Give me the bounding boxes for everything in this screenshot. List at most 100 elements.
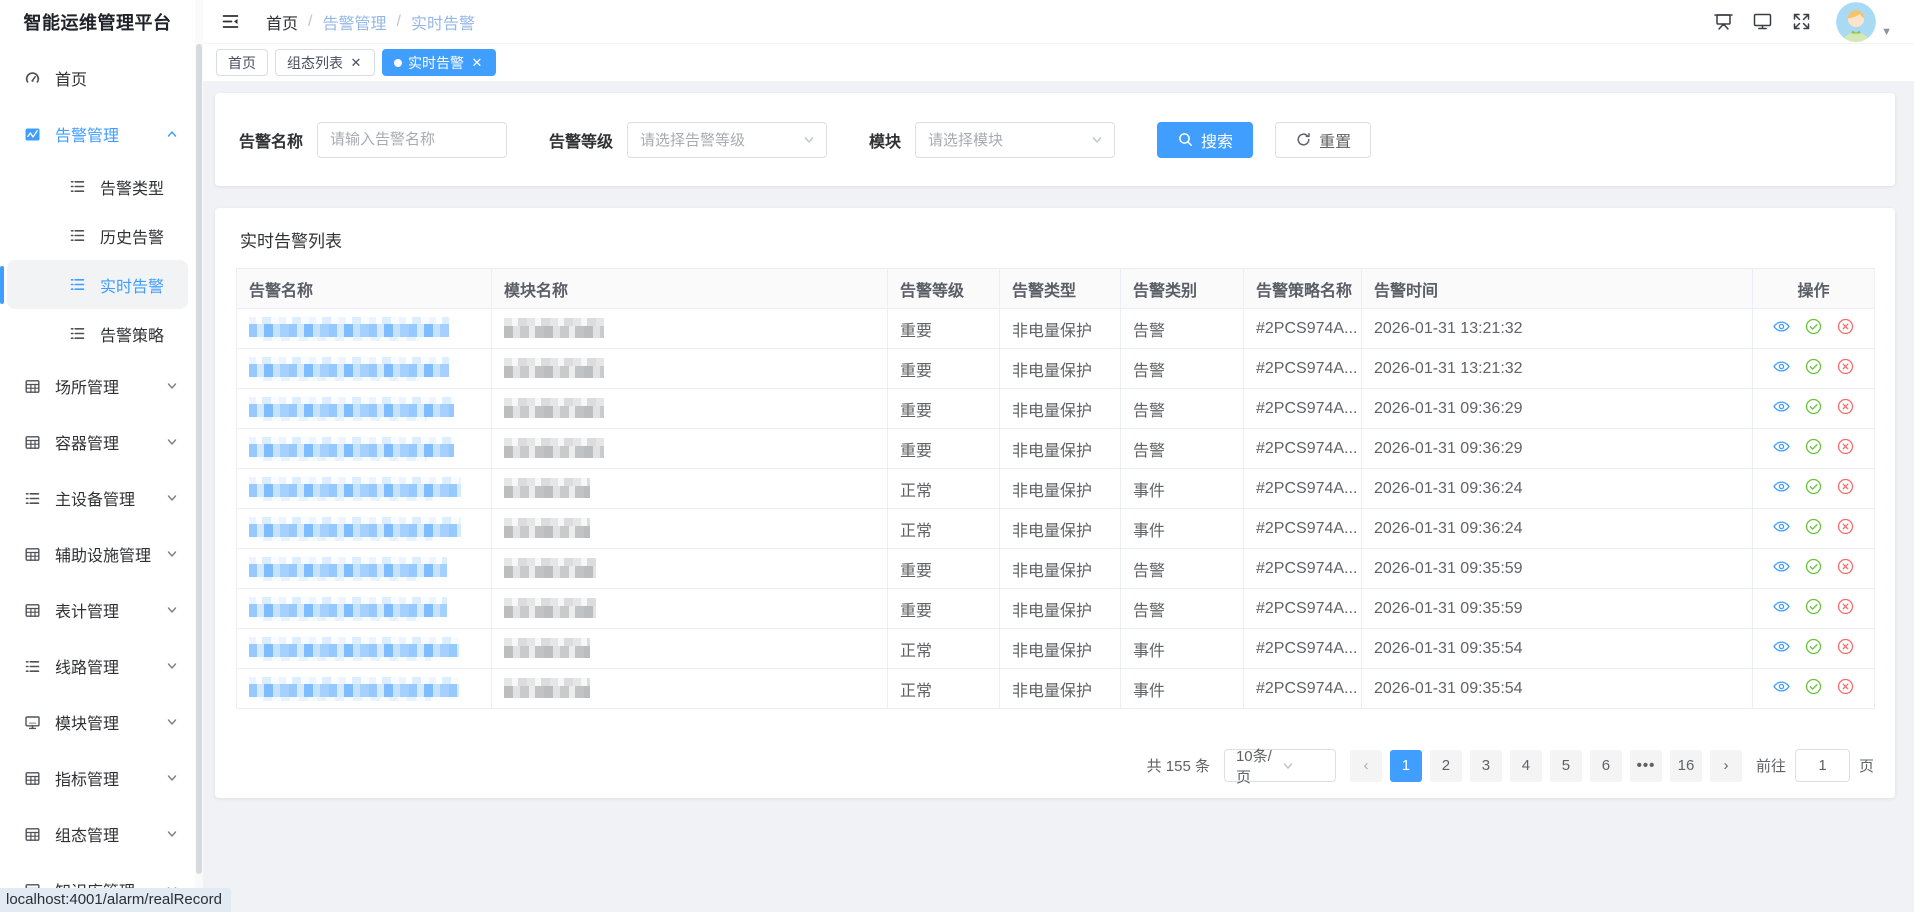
delete-circle-x-icon[interactable] bbox=[1836, 437, 1855, 456]
告警名称-input[interactable] bbox=[317, 122, 507, 158]
sidebar-subitem-实时告警[interactable]: 实时告警 bbox=[7, 260, 188, 309]
confirm-circle-check-icon[interactable] bbox=[1804, 677, 1823, 696]
sidebar-item-告警管理[interactable]: 告警管理 bbox=[0, 106, 195, 162]
view-eye-icon[interactable] bbox=[1772, 677, 1791, 696]
sidebar-item-label: 表计管理 bbox=[55, 598, 119, 622]
delete-circle-x-icon[interactable] bbox=[1836, 517, 1855, 536]
sidebar-subitem-告警策略[interactable]: 告警策略 bbox=[7, 309, 188, 358]
breadcrumb-item[interactable]: 告警管理 bbox=[322, 10, 386, 34]
reset-button[interactable]: 重置 bbox=[1275, 122, 1371, 158]
menu-fold-icon[interactable] bbox=[221, 12, 240, 31]
alarm-name-redacted[interactable] bbox=[249, 357, 449, 381]
alarm-name-redacted[interactable] bbox=[249, 317, 449, 341]
告警等级-select[interactable]: 请选择告警等级 bbox=[627, 122, 827, 158]
close-icon[interactable]: ✕ bbox=[349, 56, 363, 70]
view-eye-icon[interactable] bbox=[1772, 637, 1791, 656]
alarm-name-redacted[interactable] bbox=[249, 677, 459, 701]
alarm-name-redacted[interactable] bbox=[249, 517, 461, 541]
view-eye-icon[interactable] bbox=[1772, 557, 1791, 576]
more-pages-button[interactable]: ••• bbox=[1630, 750, 1662, 782]
view-eye-icon[interactable] bbox=[1772, 397, 1791, 416]
caret-down-icon: ▼ bbox=[1881, 26, 1892, 42]
sidebar-item-组态管理[interactable]: 组态管理 bbox=[0, 806, 195, 862]
sidebar-item-指标管理[interactable]: 指标管理 bbox=[0, 750, 195, 806]
delete-circle-x-icon[interactable] bbox=[1836, 597, 1855, 616]
monitor-icon[interactable] bbox=[1752, 11, 1773, 32]
page-size-select[interactable]: 10条/页 bbox=[1224, 749, 1336, 782]
alarm-name-redacted[interactable] bbox=[249, 397, 454, 421]
alarm-name-redacted[interactable] bbox=[249, 557, 447, 581]
tab-首页[interactable]: 首页 bbox=[216, 49, 268, 76]
page-button-2[interactable]: 2 bbox=[1430, 750, 1462, 782]
monitor-small-icon bbox=[24, 714, 41, 731]
confirm-circle-check-icon[interactable] bbox=[1804, 557, 1823, 576]
page-button-5[interactable]: 5 bbox=[1550, 750, 1582, 782]
sidebar-scrollbar[interactable] bbox=[195, 0, 203, 912]
sidebar-subitem-告警类型[interactable]: 告警类型 bbox=[7, 162, 188, 211]
list-icon bbox=[24, 658, 41, 675]
confirm-circle-check-icon[interactable] bbox=[1804, 517, 1823, 536]
delete-circle-x-icon[interactable] bbox=[1836, 637, 1855, 656]
delete-circle-x-icon[interactable] bbox=[1836, 677, 1855, 696]
view-eye-icon[interactable] bbox=[1772, 477, 1791, 496]
tab-实时告警[interactable]: 实时告警 ✕ bbox=[382, 49, 496, 76]
page-button-3[interactable]: 3 bbox=[1470, 750, 1502, 782]
sidebar-item-线路管理[interactable]: 线路管理 bbox=[0, 638, 195, 694]
sidebar-item-模块管理[interactable]: 模块管理 bbox=[0, 694, 195, 750]
cell-strategy-name: #2PCS974A... bbox=[1244, 509, 1362, 549]
view-eye-icon[interactable] bbox=[1772, 357, 1791, 376]
sidebar-item-辅助设施管理[interactable]: 辅助设施管理 bbox=[0, 526, 195, 582]
search-button[interactable]: 搜索 bbox=[1157, 122, 1253, 158]
confirm-circle-check-icon[interactable] bbox=[1804, 637, 1823, 656]
view-eye-icon[interactable] bbox=[1772, 597, 1791, 616]
confirm-circle-check-icon[interactable] bbox=[1804, 397, 1823, 416]
delete-circle-x-icon[interactable] bbox=[1836, 357, 1855, 376]
table-grid-icon bbox=[24, 770, 41, 787]
prev-page-button[interactable]: ‹ bbox=[1350, 750, 1382, 782]
sidebar-item-容器管理[interactable]: 容器管理 bbox=[0, 414, 195, 470]
alarm-name-redacted[interactable] bbox=[249, 437, 454, 461]
table-grid-icon bbox=[24, 378, 41, 395]
page-button-6[interactable]: 6 bbox=[1590, 750, 1622, 782]
next-page-button[interactable]: › bbox=[1710, 750, 1742, 782]
goto-page-input[interactable] bbox=[1795, 749, 1850, 782]
confirm-circle-check-icon[interactable] bbox=[1804, 597, 1823, 616]
cell-alarm-category: 告警 bbox=[1121, 549, 1244, 589]
user-menu[interactable]: ▼ bbox=[1836, 2, 1892, 42]
page-button-4[interactable]: 4 bbox=[1510, 750, 1542, 782]
fullscreen-icon[interactable] bbox=[1791, 11, 1812, 32]
alarm-name-redacted[interactable] bbox=[249, 597, 447, 621]
confirm-circle-check-icon[interactable] bbox=[1804, 357, 1823, 376]
view-eye-icon[interactable] bbox=[1772, 437, 1791, 456]
table-row: 重要 非电量保护 告警 #2PCS974A... 2026-01-31 13:2… bbox=[237, 309, 1875, 349]
confirm-circle-check-icon[interactable] bbox=[1804, 317, 1823, 336]
sidebar-item-场所管理[interactable]: 场所管理 bbox=[0, 358, 195, 414]
module-name-redacted bbox=[504, 358, 604, 380]
page-button-1[interactable]: 1 bbox=[1390, 750, 1422, 782]
tab-组态列表[interactable]: 组态列表 ✕ bbox=[275, 49, 375, 76]
cell-alarm-category: 事件 bbox=[1121, 669, 1244, 709]
avatar[interactable] bbox=[1836, 2, 1876, 42]
breadcrumb-item[interactable]: 首页 bbox=[266, 10, 298, 34]
delete-circle-x-icon[interactable] bbox=[1836, 397, 1855, 416]
presentation-board-icon[interactable] bbox=[1713, 11, 1734, 32]
delete-circle-x-icon[interactable] bbox=[1836, 557, 1855, 576]
模块-select[interactable]: 请选择模块 bbox=[915, 122, 1115, 158]
view-eye-icon[interactable] bbox=[1772, 517, 1791, 536]
delete-circle-x-icon[interactable] bbox=[1836, 317, 1855, 336]
alarm-name-redacted[interactable] bbox=[249, 477, 461, 501]
confirm-circle-check-icon[interactable] bbox=[1804, 477, 1823, 496]
view-eye-icon[interactable] bbox=[1772, 317, 1791, 336]
table-grid-icon bbox=[24, 434, 41, 451]
delete-circle-x-icon[interactable] bbox=[1836, 477, 1855, 496]
alarm-name-redacted[interactable] bbox=[249, 637, 459, 661]
sidebar-item-主设备管理[interactable]: 主设备管理 bbox=[0, 470, 195, 526]
sidebar-subitem-历史告警[interactable]: 历史告警 bbox=[7, 211, 188, 260]
tab-label: 实时告警 bbox=[408, 53, 464, 73]
sidebar-item-首页[interactable]: 首页 bbox=[0, 50, 195, 106]
close-icon[interactable]: ✕ bbox=[470, 56, 484, 70]
scrollbar-thumb[interactable] bbox=[196, 44, 202, 874]
sidebar-item-表计管理[interactable]: 表计管理 bbox=[0, 582, 195, 638]
confirm-circle-check-icon[interactable] bbox=[1804, 437, 1823, 456]
page-button-16[interactable]: 16 bbox=[1670, 750, 1702, 782]
